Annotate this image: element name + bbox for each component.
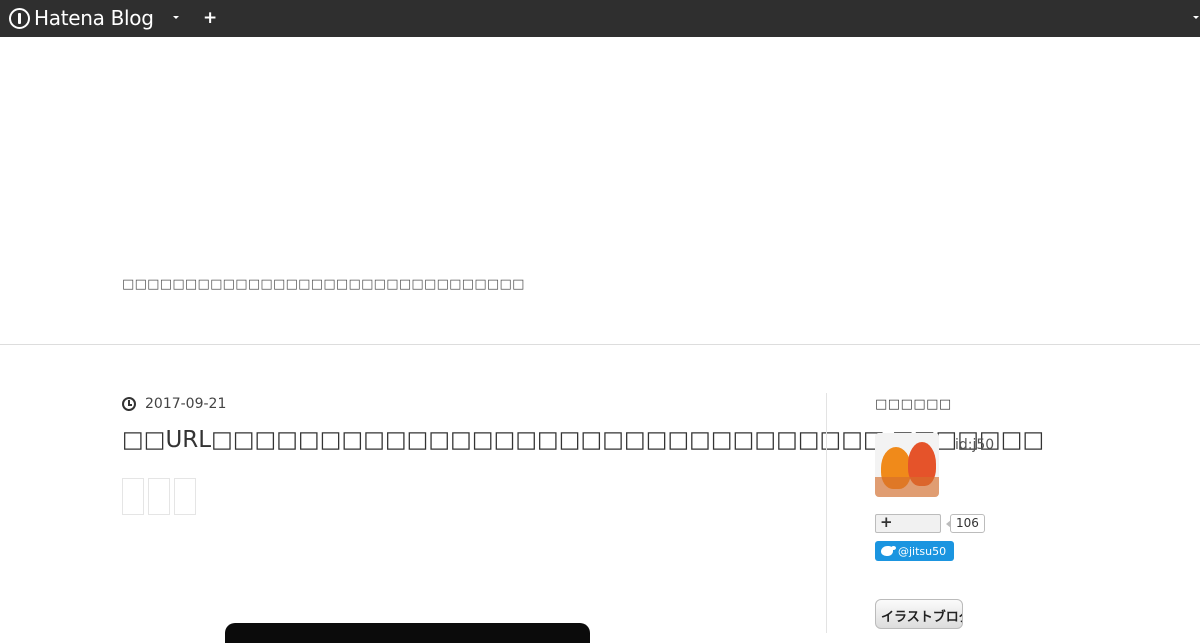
account-menu-chevron-down-icon[interactable] <box>1193 16 1199 19</box>
entry-date-row: 2017-09-21 <box>122 392 802 416</box>
plus-icon: + <box>880 513 893 531</box>
clock-icon <box>122 397 136 411</box>
entry-date[interactable]: 2017-09-21 <box>145 396 226 412</box>
entry-tag[interactable] <box>148 478 170 515</box>
logo-text: Hatena Blog <box>34 6 154 30</box>
illustration-blog-banner[interactable]: イラストブログ <box>875 599 963 629</box>
entry-tags <box>122 478 802 515</box>
twitter-handle: @jitsu50 <box>898 544 947 558</box>
entry-image <box>225 623 590 643</box>
hatena-blog-logo[interactable]: Hatena Blog <box>9 6 154 30</box>
entry-article: 2017-09-21 □□URL□□□□□□□□□□□□□□□□□□□□□□□□… <box>122 392 1044 515</box>
avatar[interactable] <box>875 433 939 497</box>
hatena-bookmark-row: + 106 <box>875 513 1145 533</box>
entry-tag[interactable] <box>122 478 144 515</box>
top-navigation-bar: Hatena Blog + <box>0 0 1200 37</box>
entry-title[interactable]: □□URL□□□□□□□□□□□□□□□□□□□□□□□□□□□□□□□ □□□… <box>122 425 1044 455</box>
sidebar: □□□□□□ id:j50 + 106 @jitsu50 イラストブログ <box>875 393 1145 629</box>
sidebar-divider <box>826 393 827 633</box>
blog-description: □□□□□□□□□□□□□□□□□□□□□□□□□□□□□□□□ <box>122 277 525 292</box>
profile-module: id:j50 <box>875 433 1145 497</box>
bookmark-count[interactable]: 106 <box>946 514 985 533</box>
twitter-bird-icon <box>881 546 896 556</box>
entry-tag[interactable] <box>174 478 196 515</box>
hatena-logo-icon <box>9 7 30 29</box>
create-post-plus-icon[interactable]: + <box>203 9 217 27</box>
sidebar-profile-title: □□□□□□ <box>875 397 952 412</box>
add-bookmark-button[interactable]: + <box>875 513 941 533</box>
blog-header: □□□□□□□□□□□□□□□□□□□□□□□□□□□□□□□□ <box>0 37 1200 345</box>
logo-menu-chevron-down-icon[interactable] <box>173 16 179 19</box>
twitter-follow-button[interactable]: @jitsu50 <box>875 541 954 561</box>
user-id-link[interactable]: id:j50 <box>955 437 994 497</box>
